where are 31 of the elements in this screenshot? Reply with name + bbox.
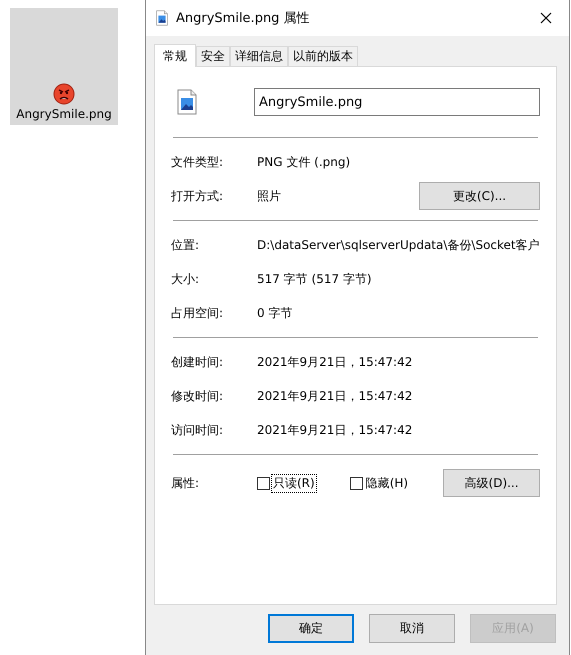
field-label: 修改时间: [171, 388, 224, 404]
file-name-field[interactable]: AngrySmile.png [254, 88, 540, 116]
tab[interactable]: 以前的版本 [288, 46, 358, 66]
field-label: 大小: [171, 270, 200, 288]
change-button[interactable]: 更改(C)... [419, 182, 540, 210]
field-value: 2021年9月21日，15:47:42 [257, 388, 414, 404]
window-title: AngrySmile.png 属性 [176, 10, 311, 27]
field-label: 打开方式: [171, 188, 224, 204]
file-name-label: AngrySmile.png [16, 107, 112, 121]
field-label: 属性: [171, 474, 200, 492]
desktop-file-tile[interactable]: AngrySmile.png [10, 8, 118, 125]
field-label: 访问时间: [171, 422, 224, 438]
field-value: 517 字节 (517 字节) [257, 270, 373, 288]
tab[interactable]: 安全 [196, 46, 230, 66]
field-value: PNG 文件 (.png) [257, 154, 352, 170]
advanced-button[interactable]: 高级(D)... [443, 469, 540, 497]
dialog-button[interactable]: 确定 [268, 614, 354, 643]
dialog-button[interactable]: 取消 [369, 614, 455, 643]
field-label: 文件类型: [171, 154, 224, 170]
field-value: 0 字节 [257, 304, 294, 322]
tab[interactable]: 详细信息 [230, 46, 288, 66]
checkbox-label[interactable]: 只读(R) [272, 474, 316, 492]
checkbox-label[interactable]: 隐藏(H) [364, 474, 410, 492]
field-value: 照片 [257, 188, 282, 204]
field-label: 占用空间: [171, 304, 224, 322]
field-value: 2021年9月21日，15:47:42 [257, 354, 414, 370]
field-label: 创建时间: [171, 354, 224, 370]
tab[interactable]: 常规 [154, 44, 196, 67]
field-label: 位置: [171, 236, 200, 254]
field-value: D:\dataServer\sqlserverUpdata\备份\Socket客户 [257, 236, 540, 254]
field-value: 2021年9月21日，15:47:42 [257, 422, 414, 438]
